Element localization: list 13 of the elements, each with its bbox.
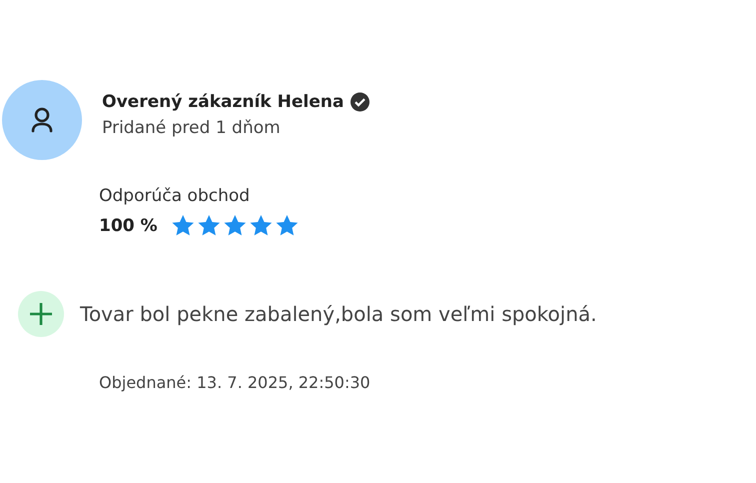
star-icon [171,214,196,237]
star-icon [223,214,248,237]
star-icon [197,214,222,237]
star-icon [275,214,300,237]
user-icon [30,107,54,133]
added-date: Pridané pred 1 dňom [102,118,282,138]
recommend-percent: 100 % [99,216,158,236]
author-name: Overený zákazník Helena [102,92,344,112]
review-text: Tovar bol pekne zabalený,bola som veľmi spokojná. [80,302,597,326]
star-icon [249,214,274,237]
recommend-label: Odporúča obchod [99,186,251,206]
order-date: Objednané: 13. 7. 2025, 22:50:30 [99,373,372,392]
plus-icon [18,291,64,337]
